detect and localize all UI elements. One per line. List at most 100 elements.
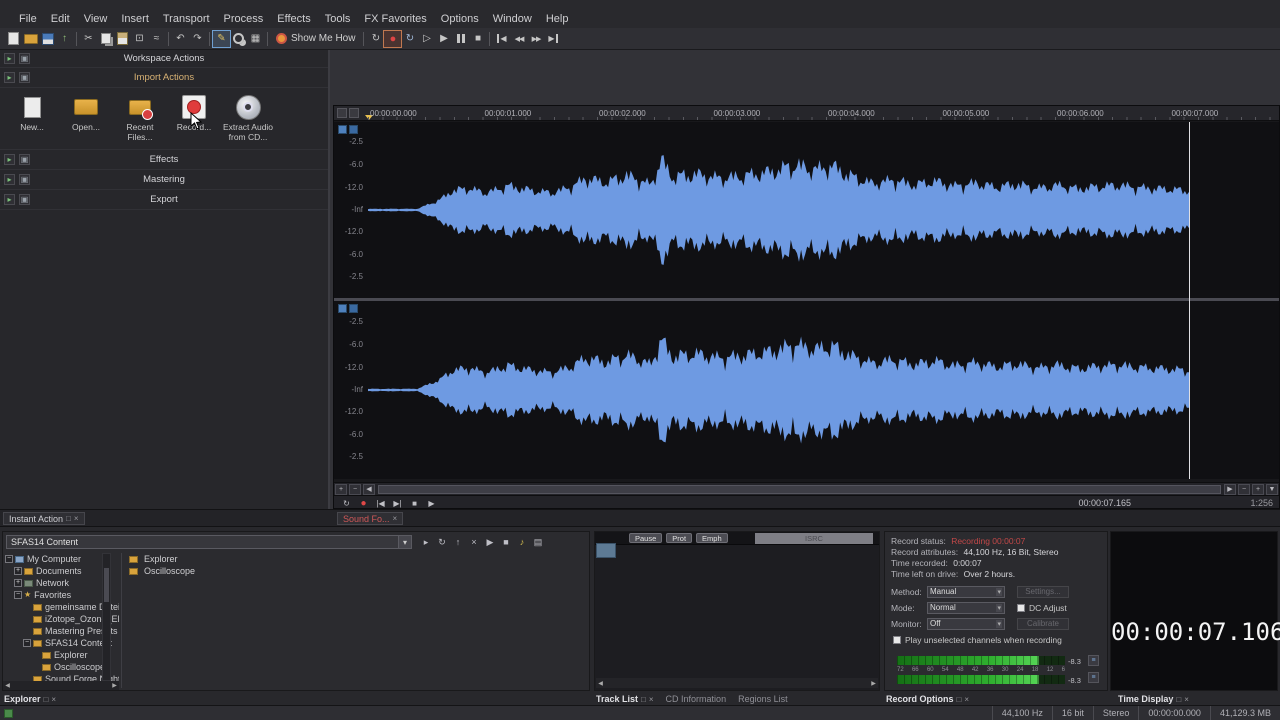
menu-tools[interactable]: Tools bbox=[318, 13, 358, 25]
hscroll-thumb[interactable] bbox=[378, 485, 1221, 494]
record-icon[interactable] bbox=[384, 31, 401, 47]
scrollbar-thumb[interactable] bbox=[104, 568, 109, 602]
tree-scrollbar[interactable] bbox=[102, 553, 111, 681]
tab-explorer[interactable]: Explorer□× bbox=[4, 694, 56, 704]
paste-icon[interactable] bbox=[114, 31, 131, 47]
button-emph[interactable]: Emph bbox=[696, 533, 728, 543]
hscroll-track[interactable] bbox=[378, 485, 1221, 494]
waveform-svg[interactable] bbox=[334, 122, 1280, 298]
stop-icon[interactable] bbox=[469, 31, 486, 47]
channel-meter-icon[interactable] bbox=[338, 304, 347, 313]
menu-view[interactable]: View bbox=[77, 13, 115, 25]
play-icon[interactable] bbox=[435, 31, 452, 47]
close-icon[interactable]: × bbox=[51, 695, 56, 704]
stop-icon[interactable]: ■ bbox=[499, 535, 513, 549]
action-open[interactable]: Open... bbox=[59, 93, 113, 133]
play-icon[interactable]: ▶ bbox=[483, 535, 497, 549]
file-item[interactable]: Oscilloscope bbox=[125, 565, 587, 577]
scroll-left-icon[interactable]: ◀ bbox=[596, 680, 605, 687]
channel-meter-icon[interactable] bbox=[338, 125, 347, 134]
redo-icon[interactable] bbox=[189, 31, 206, 47]
content-selector[interactable]: SFAS14 Content ▾ bbox=[6, 535, 412, 549]
button-pause[interactable]: Pause bbox=[629, 533, 662, 543]
preview-icon[interactable]: ♪ bbox=[515, 535, 529, 549]
go-end-icon[interactable] bbox=[544, 31, 561, 47]
channel-arm-icon[interactable] bbox=[349, 125, 358, 134]
instant-action-tab[interactable]: Instant Action □ × bbox=[3, 512, 85, 525]
copy-icon[interactable] bbox=[97, 31, 114, 47]
mix-icon[interactable] bbox=[148, 31, 165, 47]
zoom-out-button[interactable]: − bbox=[349, 484, 361, 495]
waveform-channel-1[interactable]: -2.5-6.0-12.0-Inf-12.0-6.0-2.5 bbox=[334, 122, 1279, 298]
track-number-cell[interactable] bbox=[596, 543, 616, 558]
new-icon[interactable] bbox=[5, 31, 22, 47]
dock-icon[interactable]: □ bbox=[957, 695, 962, 704]
pause-icon[interactable] bbox=[452, 31, 469, 47]
tree-hscrollbar[interactable]: ◀ ▶ bbox=[3, 681, 119, 690]
rewind-icon[interactable] bbox=[510, 31, 527, 47]
calibrate-button[interactable]: Calibrate bbox=[1017, 618, 1069, 630]
publish-icon[interactable] bbox=[56, 31, 73, 47]
save-icon[interactable] bbox=[39, 31, 56, 47]
expand-arrow-icon[interactable]: ▸ bbox=[4, 72, 15, 83]
waveform-svg[interactable] bbox=[334, 301, 1280, 479]
up-icon[interactable]: ↑ bbox=[451, 535, 465, 549]
dc-adjust-checkbox[interactable] bbox=[1017, 604, 1025, 612]
chevron-down-icon[interactable]: ▾ bbox=[398, 536, 411, 548]
refresh-icon[interactable]: ↻ bbox=[435, 535, 449, 549]
open-icon[interactable] bbox=[22, 31, 39, 47]
go-end-button[interactable]: ▶| bbox=[390, 497, 405, 509]
menu-file[interactable]: File bbox=[12, 13, 44, 25]
tab-track-list[interactable]: Track List□× bbox=[596, 694, 654, 704]
forward-icon[interactable] bbox=[527, 31, 544, 47]
method-select[interactable]: Manual ▾ bbox=[927, 586, 1005, 598]
loop-button[interactable]: ↻ bbox=[339, 497, 354, 509]
menu-fx-favorites[interactable]: FX Favorites bbox=[357, 13, 433, 25]
section-export[interactable]: ▸▣Export bbox=[0, 190, 328, 210]
views-icon[interactable]: ▤ bbox=[531, 535, 545, 549]
action-recent[interactable]: Recent Files... bbox=[113, 93, 167, 143]
tab-record-options[interactable]: Record Options□× bbox=[886, 694, 969, 704]
section-mastering[interactable]: ▸▣Mastering bbox=[0, 170, 328, 190]
meter-menu-icon[interactable]: ≡ bbox=[1088, 655, 1099, 666]
marker-icon[interactable] bbox=[349, 108, 359, 118]
scroll-left-icon[interactable]: ◀ bbox=[3, 682, 12, 689]
tracklist-hscrollbar[interactable]: ◀ ▶ bbox=[596, 678, 878, 688]
tab-cd-information[interactable]: CD Information bbox=[666, 694, 727, 704]
dock-icon[interactable]: □ bbox=[44, 695, 49, 704]
settings-button[interactable]: Settings... bbox=[1017, 586, 1069, 598]
stop-button[interactable]: ■ bbox=[407, 497, 422, 509]
expand-arrow-icon[interactable]: ▸ bbox=[4, 174, 15, 185]
tree-expander[interactable]: + bbox=[14, 567, 22, 575]
menu-process[interactable]: Process bbox=[217, 13, 271, 25]
snap-icon[interactable] bbox=[337, 108, 347, 118]
tree-expander[interactable]: − bbox=[14, 591, 22, 599]
record-button[interactable]: ● bbox=[356, 497, 371, 509]
menu-window[interactable]: Window bbox=[486, 13, 539, 25]
go-start-button[interactable]: |◀ bbox=[373, 497, 388, 509]
trim-icon[interactable] bbox=[131, 31, 148, 47]
menu-edit[interactable]: Edit bbox=[44, 13, 77, 25]
cut-icon[interactable] bbox=[80, 31, 97, 47]
expand-arrow-icon[interactable]: ▸ bbox=[4, 53, 15, 64]
zoom-in-button[interactable]: + bbox=[335, 484, 347, 495]
dock-icon[interactable]: □ bbox=[66, 514, 71, 523]
magnify-icon[interactable] bbox=[230, 31, 247, 47]
action-cd[interactable]: Extract Audio from CD... bbox=[221, 93, 275, 143]
scroll-right-icon[interactable]: ▶ bbox=[869, 680, 878, 687]
menu-help[interactable]: Help bbox=[539, 13, 576, 25]
menu-effects[interactable]: Effects bbox=[270, 13, 317, 25]
close-icon[interactable]: × bbox=[964, 695, 969, 704]
section-effects[interactable]: ▸▣Effects bbox=[0, 150, 328, 170]
show-me-how-button[interactable]: Show Me How bbox=[271, 33, 360, 44]
dock-icon[interactable]: □ bbox=[1176, 695, 1181, 704]
meter-menu-icon[interactable]: ≡ bbox=[1088, 672, 1099, 683]
tab-regions-list[interactable]: Regions List bbox=[738, 694, 788, 704]
menu-button[interactable]: ▼ bbox=[1266, 484, 1278, 495]
button-prot[interactable]: Prot bbox=[666, 533, 692, 543]
menu-insert[interactable]: Insert bbox=[114, 13, 156, 25]
tree-expander[interactable]: + bbox=[14, 579, 22, 587]
expand-arrow-icon[interactable]: ▸ bbox=[4, 194, 15, 205]
tree-expander[interactable]: − bbox=[5, 555, 13, 563]
play-all-icon[interactable] bbox=[418, 31, 435, 47]
